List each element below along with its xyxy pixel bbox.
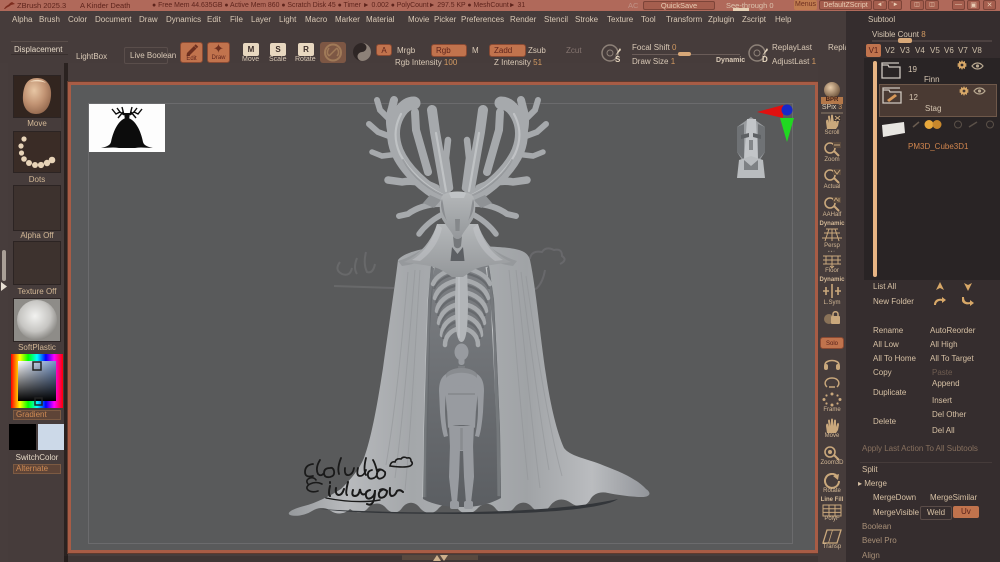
svg-text:D: D <box>762 55 768 63</box>
svg-text:S: S <box>615 55 621 63</box>
